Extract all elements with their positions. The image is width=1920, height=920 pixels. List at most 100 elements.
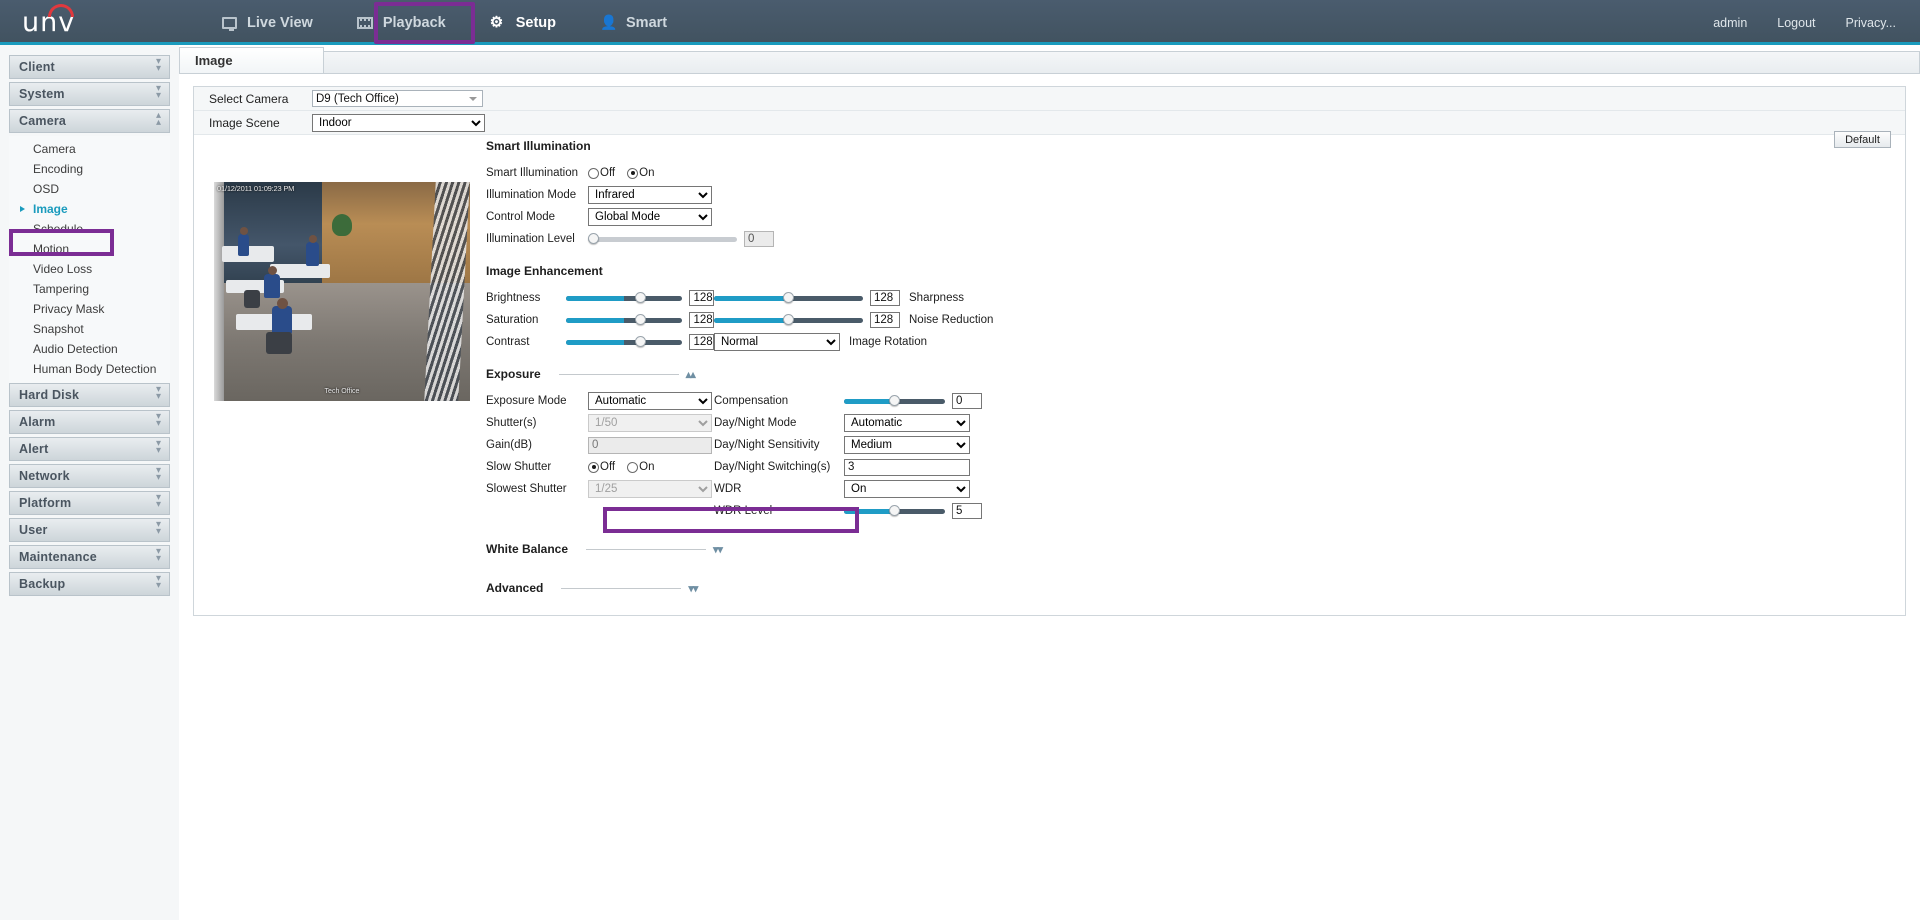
nav-setup[interactable]: ⚙ Setup — [467, 0, 579, 45]
image-scene-select[interactable]: Indoor — [312, 113, 485, 132]
sidebar-item-motion[interactable]: Motion — [9, 239, 170, 259]
sidebar-item-video-loss[interactable]: Video Loss — [9, 259, 170, 279]
slider-knob[interactable] — [634, 314, 646, 325]
preview-timestamp: 01/12/2011 01:09:23 PM — [217, 184, 295, 193]
saturation-label: Saturation — [486, 314, 539, 326]
control-mode-select[interactable]: Global Mode — [588, 208, 712, 226]
slider-track — [565, 296, 683, 301]
sharpness-value[interactable]: 128 — [870, 290, 900, 306]
compensation-slider[interactable] — [844, 394, 945, 408]
shutter-select[interactable]: 1/50 — [588, 414, 712, 432]
nav-playback[interactable]: Playback — [335, 0, 468, 45]
day-night-switching-label: Day/Night Switching(s) — [714, 461, 831, 473]
sidebar-item-privacy-mask[interactable]: Privacy Mask — [9, 299, 170, 319]
smart-illumination-on-radio[interactable]: On — [627, 167, 654, 179]
illumination-level-value[interactable]: 0 — [744, 231, 774, 247]
sidebar-item-human-body-detection[interactable]: Human Body Detection — [9, 359, 170, 379]
sidebar-group-alert[interactable]: Alert ▾ ▾ — [9, 437, 170, 461]
saturation-value[interactable]: 128 — [689, 312, 714, 328]
sidebar-group-camera[interactable]: Camera ▴ ▴ — [9, 109, 170, 133]
slowest-shutter-select[interactable]: 1/25 — [588, 480, 712, 498]
wdr-level-value[interactable]: 5 — [952, 503, 982, 519]
section-white-balance-title[interactable]: White Balance ▾▾ — [486, 542, 1686, 556]
sidebar-group-hard-disk-label: Hard Disk — [19, 388, 80, 402]
noise-reduction-slider[interactable] — [714, 313, 863, 327]
sidebar-item-osd[interactable]: OSD — [9, 179, 170, 199]
row-illumination-level: Illumination Level 0 — [486, 228, 1686, 250]
slow-shutter-on-radio[interactable]: On — [627, 461, 654, 473]
sidebar-group-alarm[interactable]: Alarm ▾ ▾ — [9, 410, 170, 434]
sidebar-item-video-loss-label: Video Loss — [33, 262, 93, 276]
compensation-value[interactable]: 0 — [952, 393, 982, 409]
contrast-value[interactable]: 128 — [689, 334, 714, 350]
wdr-select[interactable]: On — [844, 480, 970, 498]
slider-knob[interactable] — [634, 292, 646, 303]
slider-knob[interactable] — [889, 505, 900, 516]
sidebar-item-audio-detection[interactable]: Audio Detection — [9, 339, 170, 359]
sidebar-item-tampering[interactable]: Tampering — [9, 279, 170, 299]
sidebar-group-platform[interactable]: Platform ▾ ▾ — [9, 491, 170, 515]
sidebar-item-encoding-label: Encoding — [33, 162, 84, 176]
smart-illumination-off-radio[interactable]: Off — [588, 167, 615, 179]
tab-image[interactable]: Image — [179, 47, 324, 73]
wdr-level-slider[interactable] — [844, 504, 945, 518]
sidebar-group-client[interactable]: Client ▾ ▾ — [9, 55, 170, 79]
chevron-down-icon[interactable]: ▾▾ — [713, 543, 723, 556]
camera-preview[interactable]: 01/12/2011 01:09:23 PM Tech Office — [214, 182, 470, 401]
section-advanced-title[interactable]: Advanced ▾▾ — [486, 581, 1686, 595]
day-night-mode-select[interactable]: Automatic — [844, 414, 970, 432]
chevron-down-icon: ▾ ▾ — [155, 83, 161, 101]
day-night-sensitivity-select[interactable]: Medium — [844, 436, 970, 454]
slider-knob[interactable] — [634, 336, 646, 347]
sidebar-item-snapshot[interactable]: Snapshot — [9, 319, 170, 339]
page-body: Client ▾ ▾ System ▾ ▾ Camera ▴ ▴ Camera Enc… — [0, 45, 1920, 920]
slider-track — [565, 318, 683, 323]
default-button[interactable]: Default — [1834, 131, 1891, 148]
slider-knob[interactable] — [783, 292, 794, 303]
contrast-slider[interactable] — [565, 335, 683, 349]
image-rotation-select[interactable]: Normal — [714, 333, 840, 351]
preview-person-head — [268, 266, 277, 275]
sidebar-group-hard-disk[interactable]: Hard Disk ▾ ▾ — [9, 383, 170, 407]
section-divider — [561, 587, 682, 589]
saturation-slider[interactable] — [565, 313, 683, 327]
slow-shutter-off-radio[interactable]: Off — [588, 461, 615, 473]
chevron-down-icon: ▾ ▾ — [155, 384, 161, 402]
illumination-mode-select[interactable]: Infrared — [588, 186, 712, 204]
chevron-down-icon[interactable]: ▾▾ — [688, 582, 698, 595]
sidebar-item-schedule[interactable]: Schedule — [9, 219, 170, 239]
brightness-slider[interactable] — [565, 291, 683, 305]
sidebar-item-audio-detection-label: Audio Detection — [33, 342, 118, 356]
sidebar-group-system[interactable]: System ▾ ▾ — [9, 82, 170, 106]
sidebar-group-maintenance[interactable]: Maintenance ▾ ▾ — [9, 545, 170, 569]
sidebar-item-encoding[interactable]: Encoding — [9, 159, 170, 179]
select-camera-dropdown[interactable]: D9 (Tech Office) — [312, 90, 483, 107]
sidebar-item-image[interactable]: Image — [9, 199, 170, 219]
logout-link[interactable]: Logout — [1777, 16, 1815, 30]
active-arrow-icon — [20, 206, 25, 212]
smart-person-icon: 👤 — [600, 14, 618, 30]
chevron-up-icon[interactable]: ▴▴ — [686, 368, 696, 381]
slider-knob[interactable] — [889, 395, 900, 406]
gain-value-input[interactable]: 0 — [588, 436, 712, 454]
sidebar-group-network[interactable]: Network ▾ ▾ — [9, 464, 170, 488]
row-shutter-daynight-mode: Shutter(s) 1/50 Day/Night Mode Automatic — [486, 412, 1686, 434]
noise-reduction-value[interactable]: 128 — [870, 312, 900, 328]
privacy-link[interactable]: Privacy... — [1846, 16, 1896, 30]
sidebar-group-backup[interactable]: Backup ▾ ▾ — [9, 572, 170, 596]
sharpness-slider[interactable] — [714, 291, 863, 305]
monitor-icon — [222, 16, 237, 31]
gear-icon: ⚙ — [489, 14, 504, 31]
slider-knob[interactable] — [783, 314, 794, 325]
smart-illumination-label: Smart Illumination — [486, 167, 579, 179]
preview-person — [306, 242, 319, 266]
exposure-mode-select[interactable]: Automatic — [588, 392, 712, 410]
nav-smart[interactable]: 👤 Smart — [578, 0, 689, 45]
illumination-level-slider[interactable] — [588, 232, 737, 246]
sidebar-item-camera[interactable]: Camera — [9, 139, 170, 159]
brightness-value[interactable]: 128 — [689, 290, 714, 306]
day-night-switching-input[interactable]: 3 — [844, 458, 970, 476]
sidebar-group-user[interactable]: User ▾ ▾ — [9, 518, 170, 542]
slider-knob[interactable] — [588, 233, 599, 244]
nav-live-view[interactable]: Live View — [200, 0, 335, 45]
